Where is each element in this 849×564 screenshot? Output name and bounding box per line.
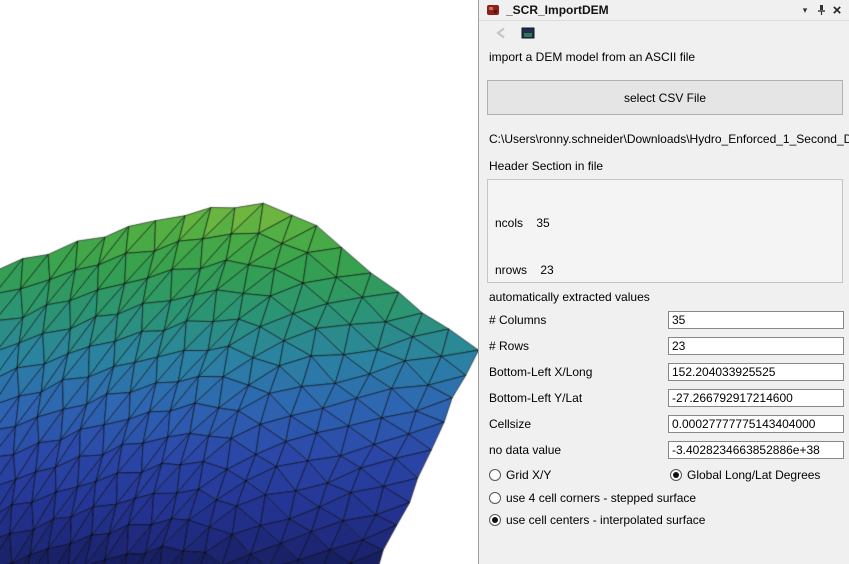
radio-grid-xy[interactable]: Grid X/Y [489,468,551,482]
pin-button[interactable] [813,2,829,18]
field-row-bottomleft-y: Bottom-Left Y/Lat [479,389,849,407]
radio-4-cell-corners[interactable]: use 4 cell corners - stepped surface [489,491,696,505]
field-row-rows: # Rows [479,337,849,355]
cellsize-label: Cellsize [489,417,532,431]
select-csv-button[interactable]: select CSV File [487,80,843,115]
panel-toolbar [479,22,849,44]
bottomleft-x-input[interactable] [668,363,844,381]
header-section-label: Header Section in file [489,159,604,173]
terrain-mesh-canvas[interactable] [0,0,478,564]
3d-viewport[interactable] [0,0,478,564]
bottomleft-x-label: Bottom-Left X/Long [489,365,593,379]
file-path-text: C:\Users\ronny.schneider\Downloads\Hydro… [489,132,849,146]
panel-title-bar: _SCR_ImportDEM ▾ × [479,0,849,21]
field-row-columns: # Columns [479,311,849,329]
collapse-arrow-icon [496,27,505,39]
import-dem-panel: _SCR_ImportDEM ▾ × import a DEM model fr… [478,0,849,564]
panel-menu-button[interactable]: ▾ [797,2,813,18]
chevron-down-icon: ▾ [802,4,808,15]
radio-grid-xy-label[interactable]: Grid X/Y [506,468,551,482]
panel-icon [486,3,500,17]
bottomleft-y-label: Bottom-Left Y/Lat [489,391,583,405]
cellsize-input[interactable] [668,415,844,433]
radio-button-icon[interactable] [489,492,501,504]
rows-label: # Rows [489,339,530,353]
bottomleft-y-input[interactable] [668,389,844,407]
nodata-input[interactable] [668,441,844,459]
close-button[interactable]: × [829,2,845,18]
header-line: ncols 35 [495,216,550,230]
field-row-nodata: no data value [479,441,849,459]
radio-button-icon[interactable] [489,514,501,526]
field-row-cellsize: Cellsize [479,415,849,433]
capture-button[interactable] [519,24,537,42]
rows-input[interactable] [668,337,844,355]
radio-cell-centers[interactable]: use cell centers - interpolated surface [489,513,705,527]
image-icon [521,27,535,39]
radio-global-longlat-label[interactable]: Global Long/Lat Degrees [687,468,820,482]
extracted-values-label: automatically extracted values [489,290,650,304]
intro-text: import a DEM model from an ASCII file [489,50,696,64]
radio-button-icon[interactable] [489,469,501,481]
radio-global-longlat[interactable]: Global Long/Lat Degrees [670,468,820,482]
field-row-bottomleft-x: Bottom-Left X/Long [479,363,849,381]
header-section-box[interactable]: ncols 35 nrows 23 xllcorner 152.20403392… [487,179,843,283]
columns-label: # Columns [489,313,547,327]
radio-button-icon[interactable] [670,469,682,481]
radio-4-cell-corners-label[interactable]: use 4 cell corners - stepped surface [506,491,696,505]
collapse-arrow-button [492,24,510,42]
columns-input[interactable] [668,311,844,329]
header-line: nrows 23 [495,262,554,277]
pin-icon [817,5,825,15]
panel-title: _SCR_ImportDEM [506,3,609,17]
nodata-label: no data value [489,443,562,457]
close-icon: × [832,1,842,19]
radio-cell-centers-label[interactable]: use cell centers - interpolated surface [506,513,705,527]
